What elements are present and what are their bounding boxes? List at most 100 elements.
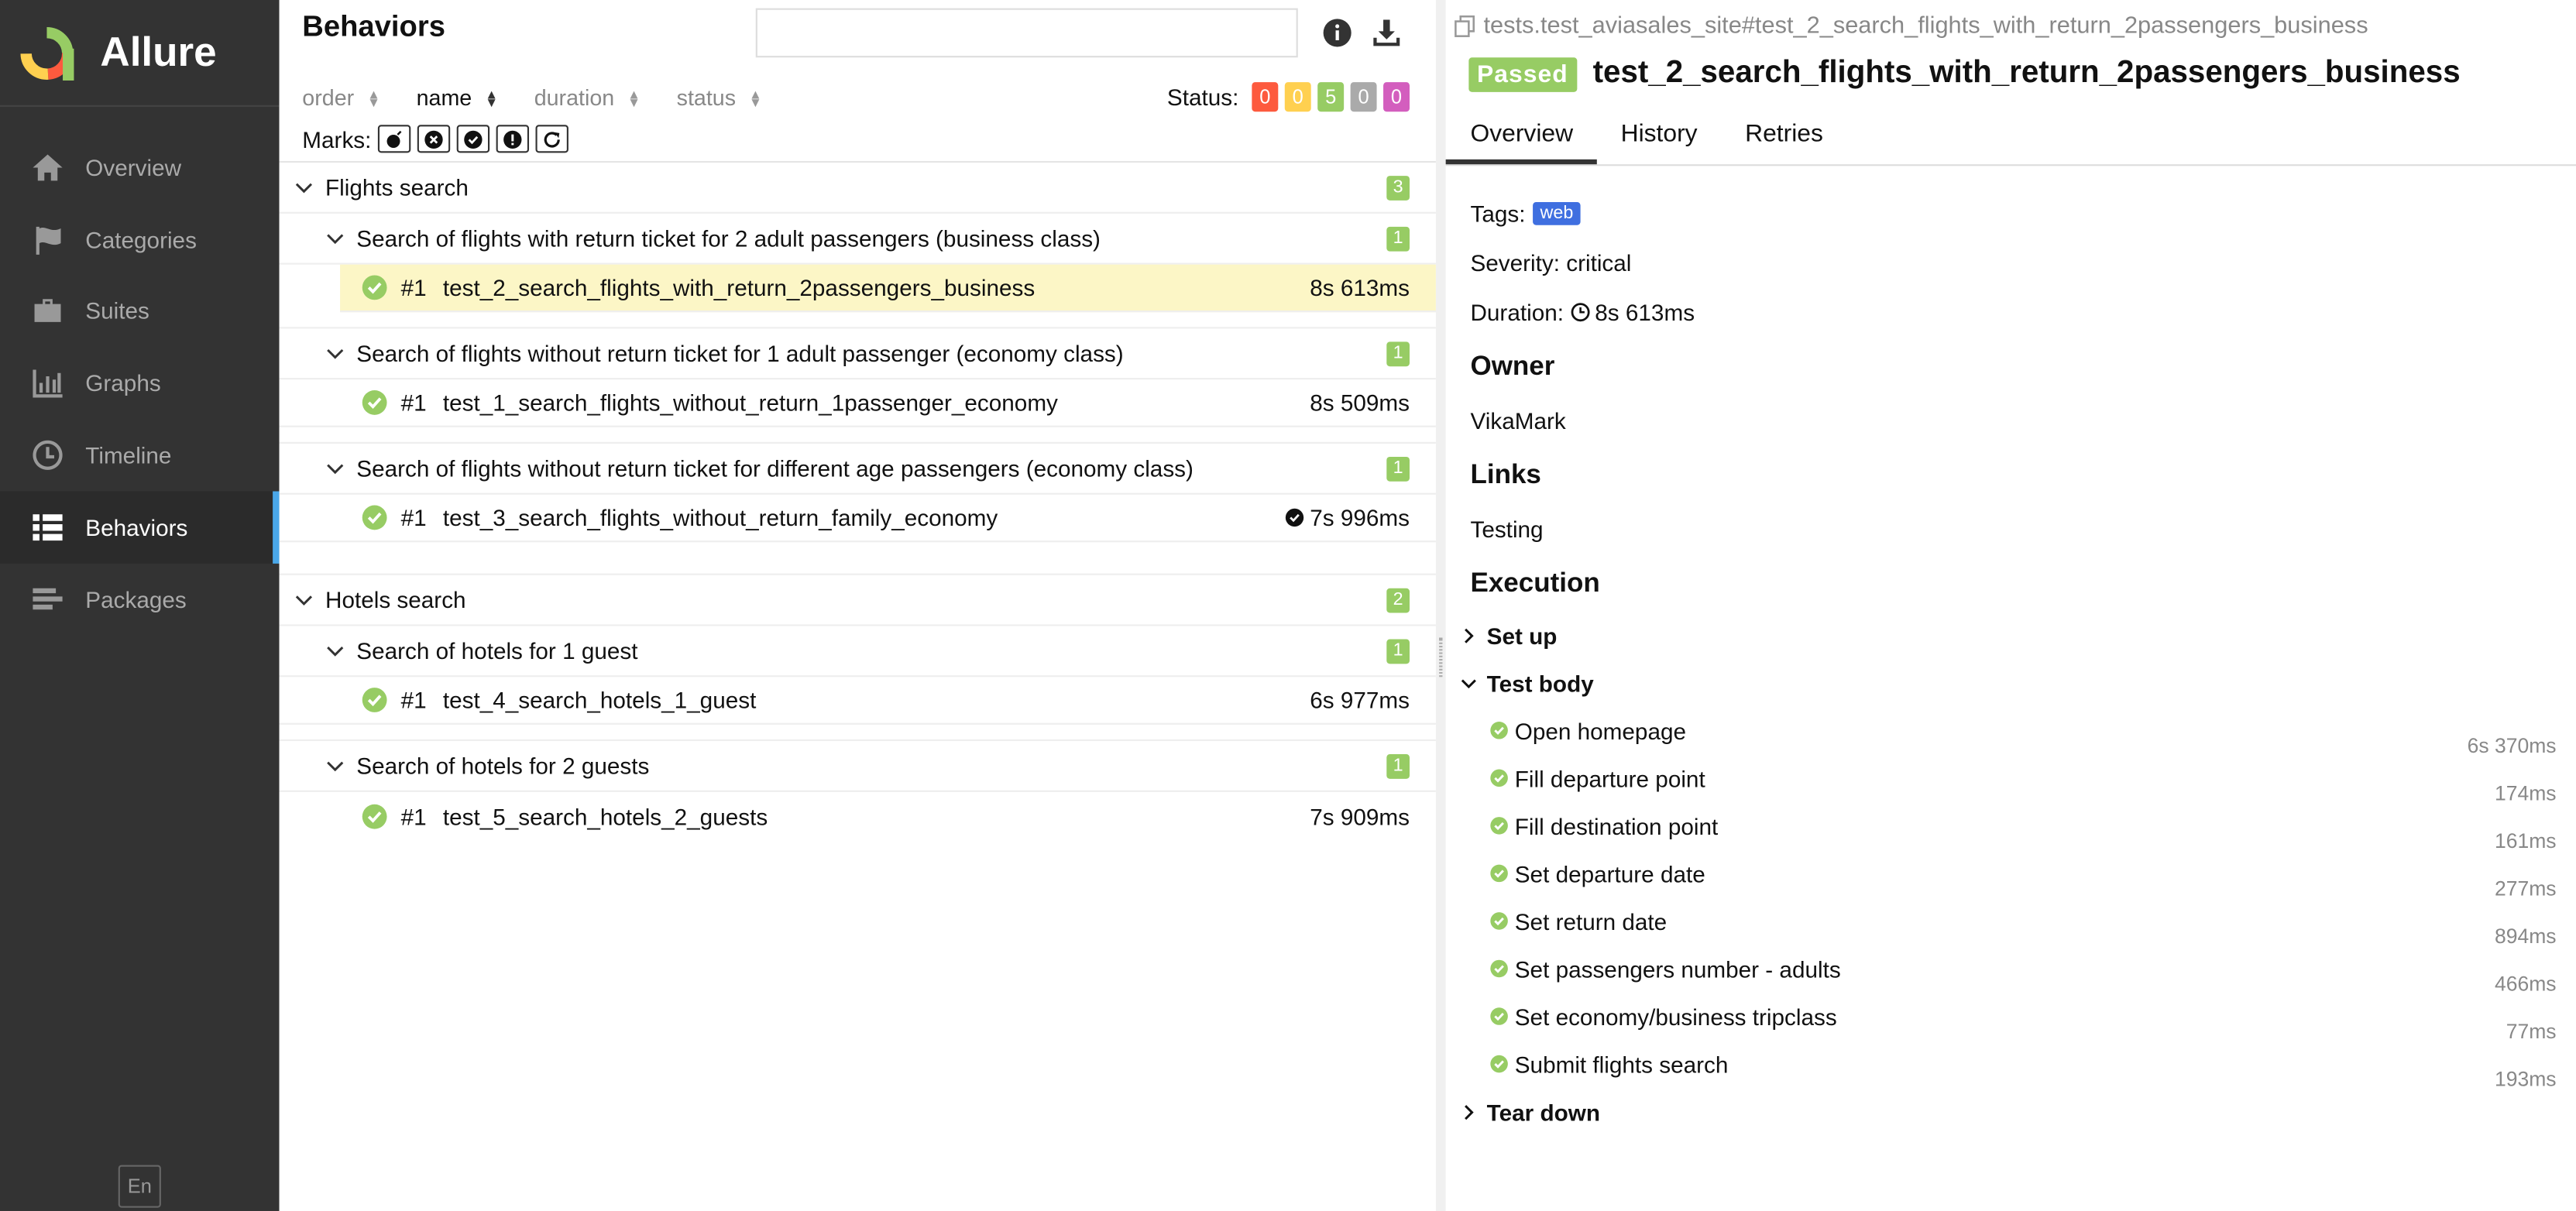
copy-icon[interactable] (1454, 15, 1477, 38)
duration-label: Duration: (1470, 299, 1564, 326)
sort-controls: order ▲ ▼ name ▲ ▼ duration ▲ ▼ status ▲ ▼ (302, 85, 798, 110)
chevron-down-icon (293, 588, 316, 612)
sidebar-item-label: Graphs (85, 370, 161, 397)
step-name: Set passengers number - adults (1514, 955, 1841, 982)
sidebar-item-timeline[interactable]: Timeline (0, 420, 280, 492)
duration-text: 6s 977ms (1310, 687, 1410, 713)
story-group[interactable]: Search of flights without return ticket … (279, 444, 1436, 495)
test-name: test_2_search_flights_with_return_2passe… (442, 274, 1036, 301)
test-number: #1 (400, 389, 427, 416)
splitter-grip-icon (1439, 637, 1443, 678)
brand[interactable]: Allure (0, 0, 280, 107)
setup-section[interactable]: Set up (1461, 611, 2555, 659)
step-item[interactable]: Fill departure point 174ms (1490, 754, 2557, 805)
status-skipped-toggle[interactable]: 0 (1350, 82, 1377, 112)
status-broken-toggle[interactable]: 0 (1284, 82, 1311, 112)
sidebar-item-graphs[interactable]: Graphs (0, 348, 280, 420)
allure-logo-icon (20, 26, 74, 80)
pane-splitter[interactable] (1435, 0, 1446, 1211)
sort-by-order[interactable]: order ▲ ▼ (302, 85, 380, 110)
search-input[interactable] (755, 8, 1298, 58)
test-row[interactable]: #1 test_5_search_hotels_2_guests 7s 909m… (280, 792, 1436, 840)
divider (279, 725, 1436, 742)
feature-group[interactable]: Hotels search 2 (279, 575, 1436, 626)
status-passed-toggle[interactable]: 5 (1317, 82, 1345, 112)
download-icon[interactable] (1370, 16, 1403, 49)
duration-text: 7s 909ms (1310, 802, 1410, 829)
step-item[interactable]: Submit flights search 193ms (1490, 1040, 2557, 1091)
new-passed-mark-toggle[interactable] (456, 125, 490, 153)
passed-status-icon (1490, 817, 1508, 835)
sort-by-status[interactable]: status ▲ ▼ (677, 85, 762, 110)
passed-status-icon (362, 688, 387, 712)
passed-count-badge: 1 (1386, 225, 1410, 251)
bomb-icon (386, 129, 402, 147)
chevron-down-icon (293, 176, 316, 199)
test-title: test_2_search_flights_with_return_2passe… (1592, 56, 2461, 91)
sidebar-item-label: Suites (85, 298, 149, 325)
test-row[interactable]: #1 test_3_search_flights_without_return_… (279, 495, 1436, 543)
status-unknown-toggle[interactable]: 0 (1383, 82, 1410, 112)
feature-name: Flights search (325, 173, 469, 201)
step-item[interactable]: Fill destination point 161ms (1490, 802, 2557, 853)
marks-label: Marks: (302, 125, 372, 153)
flaky-mark-toggle[interactable] (377, 125, 411, 153)
passed-status-icon (1490, 769, 1508, 787)
sidebar-item-label: Categories (85, 226, 197, 253)
link-item[interactable]: Testing (1470, 503, 2554, 554)
story-group[interactable]: Search of flights without return ticket … (279, 328, 1436, 380)
test-duration: 7s 996ms (1285, 504, 1410, 530)
sort-by-name[interactable]: name ▲ ▼ (417, 85, 498, 110)
story-name: Search of flights without return ticket … (356, 455, 1194, 482)
feature-group[interactable]: Flights search 3 (279, 163, 1436, 214)
passed-status-icon (1490, 864, 1508, 883)
test-duration: 7s 909ms (1310, 803, 1410, 829)
severity-row: Severity: critical (1470, 249, 1632, 276)
step-item[interactable]: Set departure date 277ms (1490, 849, 2557, 901)
test-row[interactable]: #1 test_1_search_flights_without_return_… (279, 379, 1436, 427)
story-name: Search of hotels for 1 guest (356, 637, 638, 664)
sort-label: status (676, 85, 737, 111)
test-body-section[interactable]: Test body (1461, 659, 2555, 707)
test-row[interactable]: #1 test_4_search_hotels_1_guest 6s 977ms (279, 677, 1436, 725)
overview-content: Tags: web Severity: critical Duration: 8… (1461, 189, 2557, 1135)
info-icon[interactable] (1321, 16, 1353, 49)
story-group[interactable]: Search of flights with return ticket for… (279, 214, 1436, 265)
page-title: Behaviors (302, 9, 445, 43)
test-duration: 8s 613ms (1310, 274, 1410, 300)
tab-overview[interactable]: Overview (1445, 108, 1596, 165)
tab-history[interactable]: History (1596, 108, 1721, 164)
owner-value: VikaMark (1470, 407, 1566, 434)
step-item[interactable]: Set economy/business tripclass 77ms (1490, 993, 2557, 1044)
test-row-selected[interactable]: #1 test_2_search_flights_with_return_2pa… (340, 264, 1436, 313)
story-name: Search of flights with return ticket for… (356, 225, 1101, 252)
sidebar-item-packages[interactable]: Packages (0, 563, 280, 635)
step-item[interactable]: Set return date 894ms (1490, 897, 2557, 948)
step-item[interactable]: Open homepage 6s 370ms (1490, 707, 2557, 757)
sidebar-item-overview[interactable]: Overview (0, 132, 280, 204)
story-group[interactable]: Search of hotels for 1 guest 1 (279, 626, 1436, 678)
exclamation-circle-icon (503, 129, 522, 148)
teardown-section[interactable]: Tear down (1461, 1088, 2555, 1136)
times-circle-icon (424, 129, 443, 148)
new-failed-mark-toggle[interactable] (417, 125, 451, 153)
step-name: Set return date (1514, 907, 1668, 935)
sidebar-nav: Overview Categories Suites Graphs Timeli… (0, 132, 280, 636)
chevron-down-icon (1461, 678, 1476, 688)
retries-mark-toggle[interactable] (535, 125, 568, 153)
step-item[interactable]: Set passengers number - adults 466ms (1490, 945, 2557, 996)
language-switcher[interactable]: En (118, 1165, 161, 1208)
sort-by-duration[interactable]: duration ▲ ▼ (534, 85, 641, 110)
sidebar-item-behaviors[interactable]: Behaviors (0, 491, 280, 564)
sidebar-item-suites[interactable]: Suites (0, 276, 280, 348)
section-title: Test body (1486, 669, 1594, 696)
sidebar-item-categories[interactable]: Categories (0, 204, 280, 276)
status-failed-toggle[interactable]: 0 (1252, 82, 1279, 112)
story-group[interactable]: Search of hotels for 2 guests 1 (279, 741, 1436, 792)
section-title: Tear down (1486, 1098, 1600, 1125)
sort-label: name (416, 85, 472, 111)
breadcrumb[interactable]: tests.test_aviasales_site#test_2_search_… (1454, 13, 2368, 39)
tab-retries[interactable]: Retries (1720, 108, 1846, 164)
new-broken-mark-toggle[interactable] (496, 125, 530, 153)
passed-status-icon (362, 389, 387, 415)
